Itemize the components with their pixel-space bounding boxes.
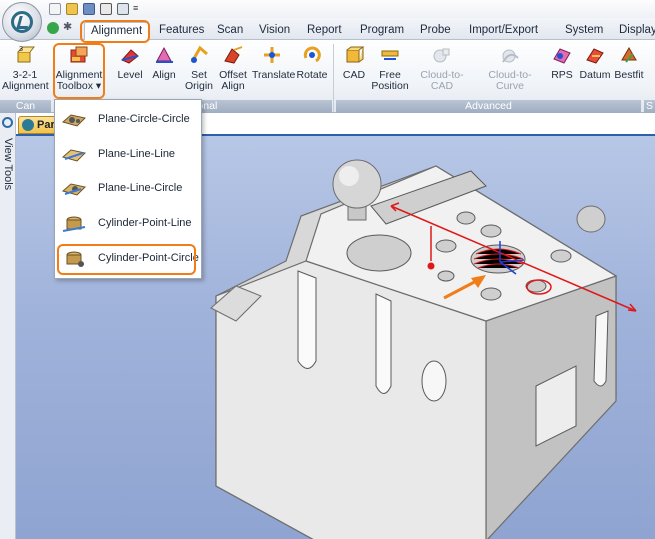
status-green-icon[interactable] — [47, 22, 59, 34]
tab-display[interactable]: Display — [619, 22, 655, 40]
rps-button[interactable]: RPS — [548, 44, 576, 81]
align-button[interactable]: Align — [150, 44, 178, 81]
open-folder-icon[interactable] — [66, 3, 78, 15]
menu-item-label: Cylinder-Point-Line — [98, 217, 192, 229]
menu-item-cylinder-point-line[interactable]: Cylinder-Point-Line — [55, 207, 201, 241]
set-origin-button[interactable]: Set Origin — [184, 44, 214, 92]
document-icon — [22, 119, 34, 131]
menu-item-label: Plane-Circle-Circle — [98, 113, 190, 125]
cad-icon — [346, 46, 365, 63]
align-label: Align — [152, 69, 176, 81]
plane-line-line-icon — [61, 149, 87, 162]
ribbon-separator — [333, 44, 334, 112]
set-origin-label-2: Origin — [184, 80, 213, 92]
menu-item-cylinder-point-circle[interactable]: Cylinder-Point-Circle — [55, 242, 201, 276]
application-menu-button[interactable] — [2, 2, 42, 42]
free-position-icon — [381, 50, 399, 60]
alignment-3-2-1-button[interactable]: 3 3-2-1 Alignment — [2, 44, 49, 92]
free-position-button[interactable]: Free Position — [370, 44, 410, 92]
rps-icon — [553, 48, 571, 64]
svg-text:3: 3 — [19, 46, 23, 53]
tab-program[interactable]: Program — [360, 22, 404, 40]
menu-item-label: Cylinder-Point-Circle — [98, 252, 199, 264]
cloud-to-curve-label: Cloud-to-Curve — [488, 69, 532, 92]
save-icon[interactable] — [83, 3, 95, 15]
datum-button[interactable]: Datum — [578, 44, 612, 81]
menu-item-label: Plane-Line-Circle — [98, 182, 183, 194]
coordinate-system-icon: 3 — [17, 46, 36, 63]
bestfit-icon — [621, 47, 637, 63]
alignment-toolbox-button[interactable]: Alignment Toolbox ▾ — [55, 44, 103, 92]
view-tools-tab[interactable]: View Tools — [2, 138, 14, 190]
rotate-button[interactable]: Rotate — [294, 44, 330, 81]
group-label-advanced: Advanced — [336, 100, 641, 113]
level-icon — [121, 49, 139, 64]
rotate-label: Rotate — [296, 69, 328, 81]
cloud-to-curve-button[interactable]: Cloud-to-Curve — [476, 44, 544, 92]
plane-circle-circle-icon — [61, 114, 87, 127]
cad-button[interactable]: CAD — [340, 44, 368, 81]
tab-scan[interactable]: Scan — [217, 22, 243, 40]
bestfit-button[interactable]: Bestfit — [612, 44, 646, 81]
cloud-to-curve-icon — [502, 49, 519, 63]
translate-label: Translate — [252, 69, 296, 81]
cylinder-point-circle-icon — [66, 251, 84, 267]
app-logo-icon — [11, 11, 33, 33]
settings-icon[interactable]: ✱ — [63, 22, 75, 34]
tab-alignment[interactable]: Alignment — [84, 22, 150, 40]
toolbox-icon — [70, 46, 88, 63]
print-icon[interactable] — [117, 3, 129, 15]
application-window: ≡ ✱ Alignment Features Scan Vision Repor… — [0, 0, 655, 539]
alignment-3-2-1-label-2: Alignment — [2, 80, 49, 92]
new-file-icon[interactable] — [49, 3, 61, 15]
cloud-to-cad-button[interactable]: Cloud-to-CAD — [410, 44, 474, 92]
menu-item-plane-line-circle[interactable]: Plane-Line-Circle — [55, 172, 201, 206]
group-label-s: S — [644, 100, 655, 113]
cloud-to-cad-icon — [433, 48, 450, 63]
plane-line-circle-icon — [61, 183, 87, 196]
group-label-can: Can — [0, 100, 51, 113]
alignment-toolbox-menu: Plane-Circle-Circle Plane-Line-Line Plan… — [54, 99, 202, 279]
menu-item-label: Plane-Line-Line — [98, 148, 176, 160]
rps-label: RPS — [551, 69, 573, 81]
document-tab[interactable]: Par — [18, 116, 58, 134]
ribbon-tab-bar: ✱ Alignment Features Scan Vision Report … — [0, 18, 655, 40]
tab-features[interactable]: Features — [159, 22, 204, 40]
quick-access-toolbar: ≡ — [0, 0, 655, 18]
offset-align-button[interactable]: Offset Align — [218, 44, 248, 92]
tab-report[interactable]: Report — [307, 22, 342, 40]
tab-system[interactable]: System — [565, 22, 603, 40]
translate-icon — [264, 47, 280, 63]
offset-align-label-2: Align — [221, 80, 245, 92]
free-position-label-2: Position — [371, 80, 409, 92]
level-button[interactable]: Level — [116, 44, 144, 81]
level-label: Level — [117, 69, 143, 81]
rotate-icon — [303, 46, 321, 63]
set-origin-icon — [190, 45, 208, 63]
cylinder-point-line-icon — [62, 216, 86, 232]
menu-item-plane-line-line[interactable]: Plane-Line-Line — [55, 138, 201, 172]
cloud-to-cad-label: Cloud-to-CAD — [420, 69, 464, 92]
probe-icon[interactable] — [100, 3, 112, 15]
bestfit-label: Bestfit — [614, 69, 644, 81]
tab-probe[interactable]: Probe — [420, 22, 451, 40]
magnifier-icon[interactable] — [2, 117, 13, 128]
tab-vision[interactable]: Vision — [259, 22, 290, 40]
offset-align-icon — [224, 46, 243, 64]
tab-import-export[interactable]: Import/Export — [469, 22, 538, 40]
customize-toolbar-icon[interactable]: ≡ — [133, 3, 139, 15]
align-icon — [156, 46, 173, 63]
datum-label: Datum — [579, 69, 611, 81]
alignment-toolbox-label-2: Toolbox ▾ — [56, 80, 102, 92]
cad-label: CAD — [342, 69, 366, 81]
translate-button[interactable]: Translate — [252, 44, 296, 81]
datum-icon — [586, 48, 604, 64]
menu-item-plane-circle-circle[interactable]: Plane-Circle-Circle — [55, 103, 201, 137]
